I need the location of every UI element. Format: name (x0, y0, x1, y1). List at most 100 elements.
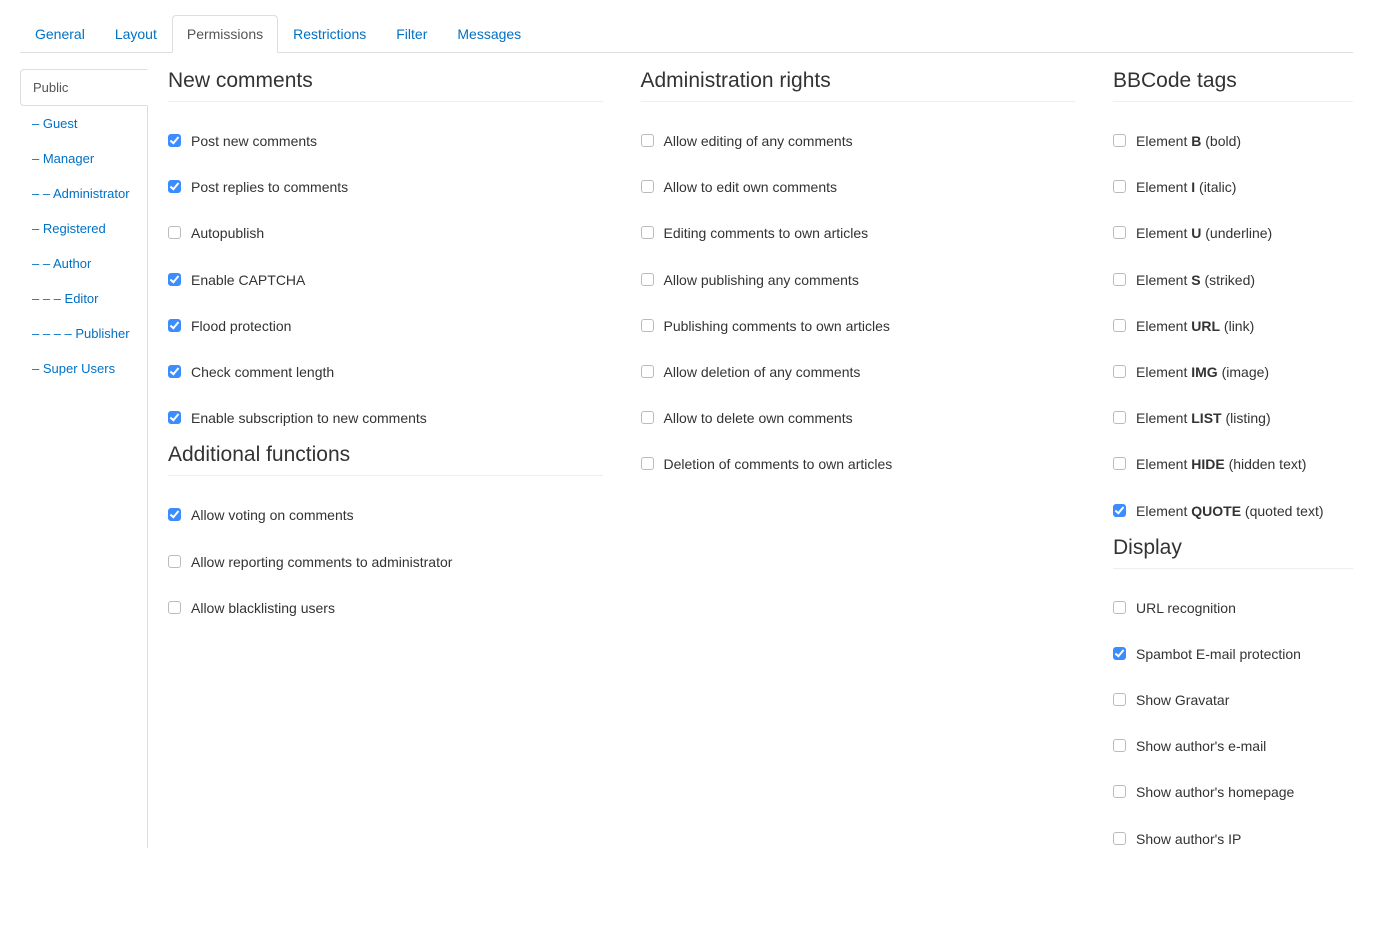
tab-restrictions[interactable]: Restrictions (278, 15, 381, 53)
check-row: Allow editing of any comments (641, 132, 1076, 150)
check-row: Element LIST (listing) (1113, 409, 1353, 427)
label-prefix: Element (1136, 272, 1191, 288)
checkbox[interactable] (641, 411, 654, 424)
checkbox[interactable] (641, 319, 654, 332)
tab-messages[interactable]: Messages (442, 15, 536, 53)
tab-filter[interactable]: Filter (381, 15, 442, 53)
check-row: Allow blacklisting users (168, 599, 603, 617)
check-row: Publishing comments to own articles (641, 317, 1076, 335)
tab-general[interactable]: General (20, 15, 100, 53)
sidebar-item-0[interactable]: Public (20, 69, 148, 106)
check-row: URL recognition (1113, 599, 1353, 617)
checkbox[interactable] (168, 226, 181, 239)
checkbox[interactable] (1113, 832, 1126, 845)
check-row: Flood protection (168, 317, 603, 335)
label-bold: B (1191, 133, 1201, 149)
check-row: Element B (bold) (1113, 132, 1353, 150)
check-row: Show author's IP (1113, 830, 1353, 848)
sidebar-item-2[interactable]: – Manager (20, 141, 147, 176)
check-row: Allow reporting comments to administrato… (168, 553, 603, 571)
checkbox[interactable] (641, 134, 654, 147)
checkbox[interactable] (1113, 601, 1126, 614)
checkbox-label: Post replies to comments (191, 178, 348, 196)
label-bold: HIDE (1191, 456, 1224, 472)
checklist-bbcode: Element B (bold) Element I (italic) Elemen… (1113, 132, 1353, 520)
label-suffix: (link) (1220, 318, 1254, 334)
label-bold: S (1191, 272, 1200, 288)
label-bold: URL (1191, 318, 1220, 334)
columns: New comments Post new commentsPost repli… (168, 69, 1353, 848)
content: Public– Guest– Manager– – Administrator–… (20, 69, 1353, 848)
sidebar-item-7[interactable]: – – – – Publisher (20, 316, 147, 351)
check-row: Allow deletion of any comments (641, 363, 1076, 381)
checkbox[interactable] (168, 134, 181, 147)
check-row: Allow publishing any comments (641, 271, 1076, 289)
checkbox[interactable] (1113, 226, 1126, 239)
checkbox[interactable] (1113, 739, 1126, 752)
checkbox[interactable] (168, 555, 181, 568)
checkbox-label: Autopublish (191, 224, 264, 242)
checkbox-label: Allow voting on comments (191, 506, 354, 524)
label-bold: LIST (1191, 410, 1221, 426)
checkbox-label: Show author's e-mail (1136, 737, 1266, 755)
checkbox[interactable] (1113, 180, 1126, 193)
tab-layout[interactable]: Layout (100, 15, 172, 53)
check-row: Spambot E-mail protection (1113, 645, 1353, 663)
check-row: Element I (italic) (1113, 178, 1353, 196)
checkbox[interactable] (641, 365, 654, 378)
label-suffix: (hidden text) (1225, 456, 1307, 472)
checkbox[interactable] (641, 180, 654, 193)
checkbox[interactable] (168, 508, 181, 521)
checkbox[interactable] (168, 319, 181, 332)
checkbox-label: Flood protection (191, 317, 291, 335)
checkbox[interactable] (1113, 785, 1126, 798)
tabs: GeneralLayoutPermissionsRestrictionsFilt… (20, 14, 1353, 53)
checklist-display: URL recognition Spambot E-mail protection… (1113, 599, 1353, 848)
checkbox-label: Allow blacklisting users (191, 599, 335, 617)
checkbox[interactable] (168, 273, 181, 286)
checkbox-label: Show author's IP (1136, 830, 1241, 848)
checklist-additional: Allow voting on comments Allow reporting … (168, 506, 603, 617)
checkbox-label: Publishing comments to own articles (664, 317, 890, 335)
checkbox[interactable] (168, 411, 181, 424)
label-prefix: Element (1136, 364, 1191, 380)
checkbox-label: Element IMG (image) (1136, 363, 1269, 381)
checkbox[interactable] (1113, 647, 1126, 660)
sidebar-item-1[interactable]: – Guest (20, 106, 147, 141)
checkbox-label: Enable subscription to new comments (191, 409, 427, 427)
check-row: Autopublish (168, 224, 603, 242)
checkbox[interactable] (641, 226, 654, 239)
label-prefix: Element (1136, 410, 1191, 426)
checkbox[interactable] (1113, 457, 1126, 470)
sidebar-item-5[interactable]: – – Author (20, 246, 147, 281)
check-row: Allow to edit own comments (641, 178, 1076, 196)
checkbox[interactable] (1113, 365, 1126, 378)
checkbox[interactable] (168, 601, 181, 614)
label-bold: IMG (1191, 364, 1217, 380)
checkbox[interactable] (641, 457, 654, 470)
check-row: Element URL (link) (1113, 317, 1353, 335)
checkbox[interactable] (1113, 319, 1126, 332)
check-row: Element U (underline) (1113, 224, 1353, 242)
sidebar-item-3[interactable]: – – Administrator (20, 176, 147, 211)
check-row: Allow voting on comments (168, 506, 603, 524)
checkbox[interactable] (168, 180, 181, 193)
checkbox-label: Allow deletion of any comments (664, 363, 861, 381)
sidebar-usergroups: Public– Guest– Manager– – Administrator–… (20, 69, 148, 848)
tab-permissions[interactable]: Permissions (172, 15, 278, 53)
checkbox[interactable] (641, 273, 654, 286)
checkbox[interactable] (168, 365, 181, 378)
label-suffix: (quoted text) (1241, 503, 1324, 519)
checkbox[interactable] (1113, 273, 1126, 286)
label-bold: QUOTE (1191, 503, 1241, 519)
check-row: Show author's e-mail (1113, 737, 1353, 755)
sidebar-item-6[interactable]: – – – Editor (20, 281, 147, 316)
checkbox[interactable] (1113, 504, 1126, 517)
sidebar-item-4[interactable]: – Registered (20, 211, 147, 246)
checkbox[interactable] (1113, 411, 1126, 424)
checkbox[interactable] (1113, 134, 1126, 147)
sidebar-item-8[interactable]: – Super Users (20, 351, 147, 386)
check-row: Enable CAPTCHA (168, 271, 603, 289)
label-suffix: (listing) (1222, 410, 1271, 426)
checkbox[interactable] (1113, 693, 1126, 706)
